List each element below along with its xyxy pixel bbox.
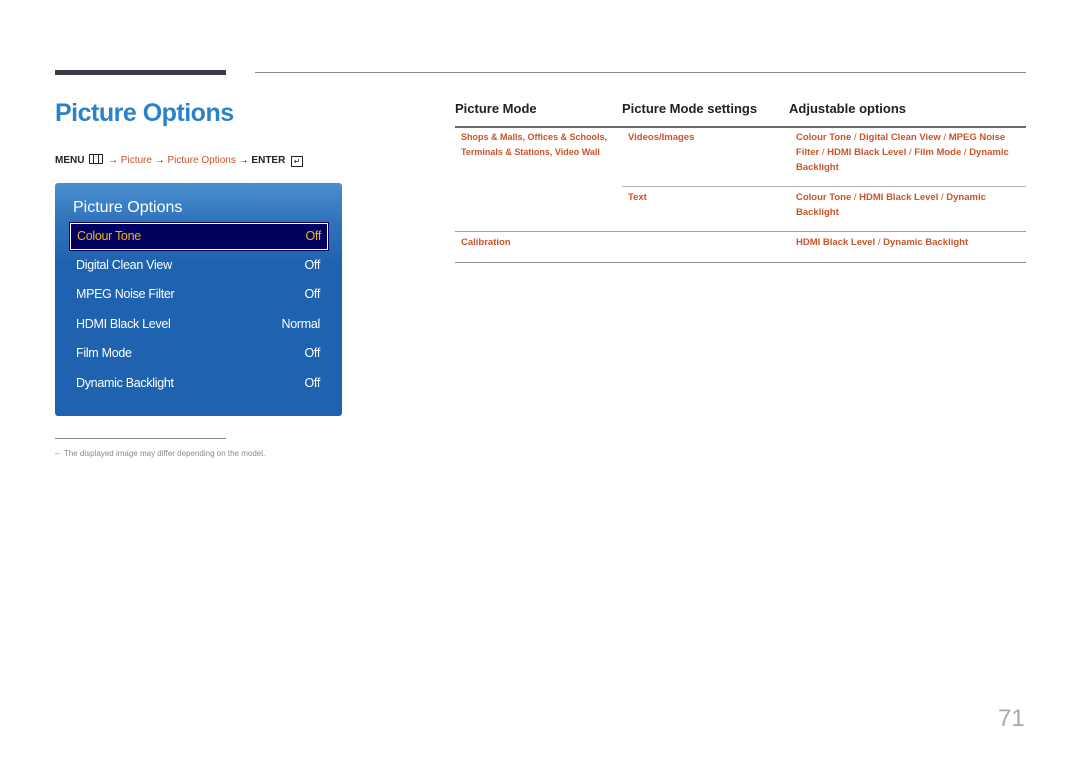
table-cell-mode: Shops & Malls, Offices & Schools, Termin… [461,130,607,160]
table-row-rule [455,231,1026,232]
menu-keyword: MENU [55,155,85,166]
page-title: Picture Options [55,99,234,127]
header-rule [255,72,1026,73]
osd-item-mpeg-noise-filter[interactable]: MPEG Noise Filter Off [70,282,326,307]
osd-title: Picture Options [73,199,183,216]
osd-item-value: Off [304,376,320,390]
osd-item-colour-tone[interactable]: Colour Tone Off [70,223,328,250]
osd-item-value: Off [305,229,321,243]
osd-item-label: Film Mode [76,346,132,360]
table-bottom-rule [455,262,1026,263]
osd-item-digital-clean-view[interactable]: Digital Clean View Off [70,253,326,278]
osd-item-label: Dynamic Backlight [76,376,174,390]
table-cell-setting: Videos/Images [628,132,695,143]
enter-keyword: ENTER [251,155,286,166]
osd-item-label: HDMI Black Level [76,317,171,331]
table-cell-options: Colour Tone / HDMI Black Level / Dynamic… [796,192,986,218]
arrow: → [154,155,165,166]
table-cell-mode: Calibration [461,237,511,248]
table-cell-options: HDMI Black Level / Dynamic Backlight [796,237,969,248]
footnote: – The displayed image may differ dependi… [55,449,265,458]
option-link[interactable]: Film Mode [914,147,961,158]
picture-options-osd-panel: Picture Options Colour Tone Off Digital … [55,183,342,416]
mode-line: Shops & Malls, Offices & Schools, [461,132,608,142]
page-number: 71 [998,705,1025,732]
menu-path-breadcrumb: MENU → Picture → Picture Options → ENTER… [55,154,304,167]
osd-item-value: Off [304,346,320,360]
osd-item-value: Off [304,258,320,272]
footnote-text: The displayed image may differ depending… [63,449,266,458]
table-header-picture-mode-settings: Picture Mode settings [622,101,758,116]
osd-item-label: Colour Tone [77,229,141,243]
option-link[interactable]: HDMI Black Level [859,192,938,203]
footnote-dash: – [55,449,64,458]
osd-item-hdmi-black-level[interactable]: HDMI Black Level Normal [70,312,326,337]
osd-item-value: Off [304,287,320,301]
table-cell-setting: Text [628,192,647,203]
osd-item-dynamic-backlight[interactable]: Dynamic Backlight Off [70,371,326,396]
option-link[interactable]: Digital Clean View [859,132,941,143]
arrow: → [108,155,119,166]
enter-return-icon: ↵ [291,156,304,167]
option-link[interactable]: HDMI Black Level [827,147,906,158]
breadcrumb-picture[interactable]: Picture [121,155,152,166]
option-link[interactable]: HDMI Black Level [796,237,875,248]
osd-item-value: Normal [281,317,321,331]
osd-item-label: MPEG Noise Filter [76,287,175,301]
arrow: → [238,155,249,166]
osd-item-film-mode[interactable]: Film Mode Off [70,341,326,366]
osd-item-label: Digital Clean View [76,258,172,272]
table-header-rule [455,126,1026,128]
table-row-rule [622,186,1026,187]
table-header-picture-mode: Picture Mode [455,101,537,116]
footnote-divider [55,438,226,439]
option-link[interactable]: Colour Tone [796,192,851,203]
option-link[interactable]: Colour Tone [796,132,851,143]
option-link[interactable]: Dynamic Backlight [883,237,968,248]
mode-line: Terminals & Stations, Video Wall [461,147,600,157]
table-cell-options: Colour Tone / Digital Clean View / MPEG … [796,132,1009,173]
table-header-adjustable-options: Adjustable options [789,101,906,116]
breadcrumb-picture-options[interactable]: Picture Options [167,155,235,166]
menu-grid-icon [89,154,104,164]
header-bar-thick [55,70,226,75]
